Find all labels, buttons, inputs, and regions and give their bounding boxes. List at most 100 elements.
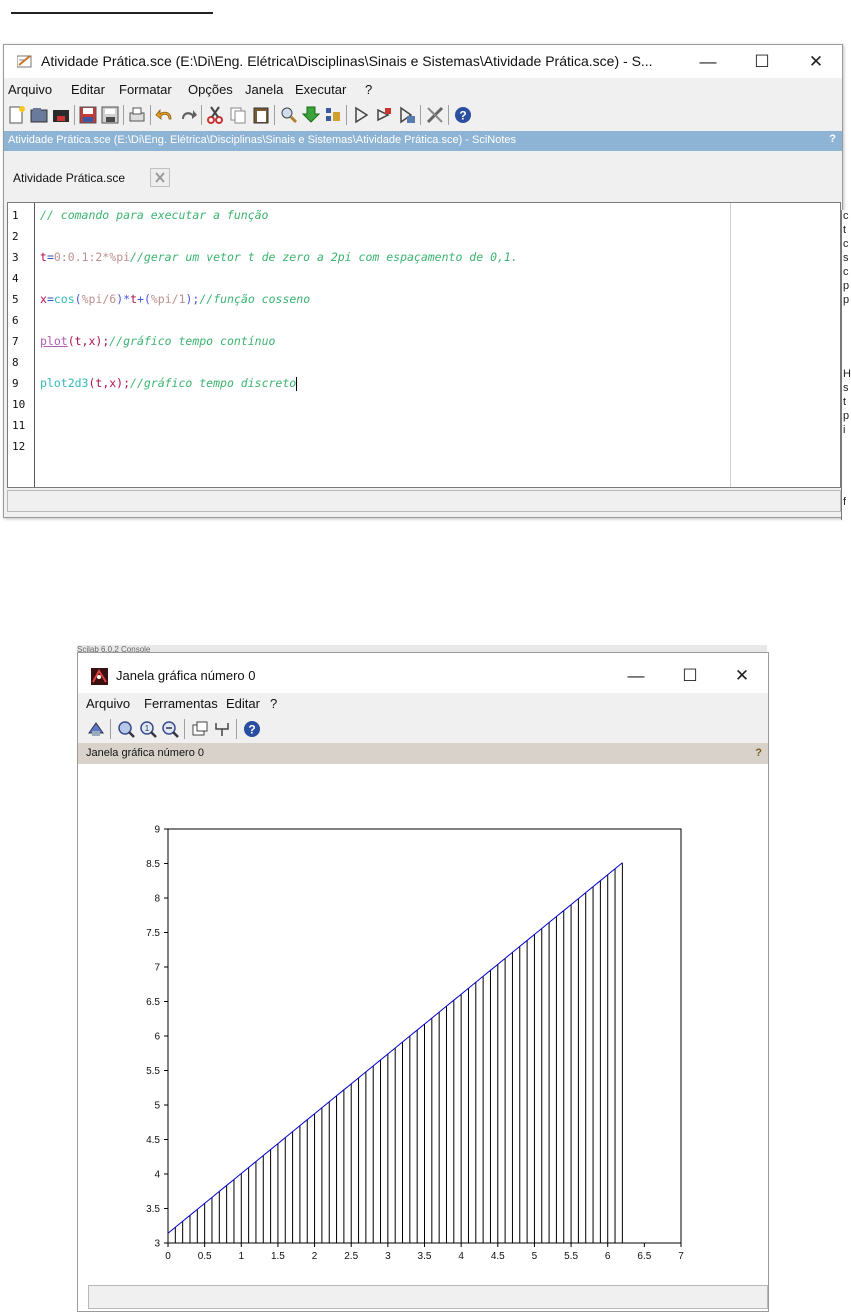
code-line-5: x=cos(%pi/6)*t+(%pi/1);//função cosseno xyxy=(40,292,310,306)
code-punct: )* xyxy=(116,292,131,306)
code-operator: = xyxy=(46,250,54,264)
code-operator: = xyxy=(46,292,54,306)
x-tick-label: 4.5 xyxy=(491,1251,505,1262)
line-number: 11 xyxy=(12,419,26,432)
zoom-reset-icon[interactable]: 1 xyxy=(138,719,158,739)
x-tick-label: 5.5 xyxy=(564,1251,578,1262)
copy-icon[interactable] xyxy=(228,105,248,125)
line-number: 9 xyxy=(12,377,19,390)
menu-ferramentas[interactable]: Ferramentas xyxy=(144,696,218,711)
menu-editar[interactable]: Editar xyxy=(226,696,260,711)
graphics-statusbar xyxy=(88,1285,768,1309)
menu-arquivo[interactable]: Arquivo xyxy=(8,82,52,97)
open-recent-icon[interactable] xyxy=(51,105,71,125)
load-execute-icon[interactable] xyxy=(301,105,321,125)
run-echo-icon[interactable] xyxy=(397,105,417,125)
toolbar-separator xyxy=(110,719,111,739)
graphics-figure-bar: Janela gráfica número 0 ? xyxy=(78,743,768,764)
unzoom-icon[interactable] xyxy=(160,719,180,739)
undo-icon[interactable] xyxy=(155,105,175,125)
code-constant: %pi/6 xyxy=(81,292,117,306)
scinotes-path-bar: Atividade Prática.sce (E:\Di\Eng. Elétri… xyxy=(4,131,842,151)
toolbar-separator xyxy=(184,719,185,739)
graphics-minimize-button[interactable]: — xyxy=(616,663,656,689)
new-file-icon[interactable] xyxy=(7,105,27,125)
scinotes-window: Atividade Prática.sce (E:\Di\Eng. Elétri… xyxy=(3,44,843,518)
menu-executar[interactable]: Executar xyxy=(295,82,346,97)
code-editor[interactable]: 1 2 3 4 5 6 7 8 9 10 11 12 // comando pa… xyxy=(7,202,841,488)
toolbar-separator xyxy=(150,105,151,125)
code-variable: t xyxy=(130,292,138,306)
console-fragment-char: p xyxy=(843,410,850,422)
menu-janela[interactable]: Janela xyxy=(245,82,283,97)
line-number: 5 xyxy=(12,293,19,306)
save-as-icon[interactable] xyxy=(100,105,120,125)
graphics-maximize-button[interactable]: ☐ xyxy=(670,663,710,689)
help-icon[interactable]: ? xyxy=(453,105,473,125)
menu-arquivo[interactable]: Arquivo xyxy=(86,696,130,711)
line-number: 6 xyxy=(12,314,19,327)
menu-formatar[interactable]: Formatar xyxy=(119,82,172,97)
cut-icon[interactable] xyxy=(205,105,225,125)
datatip-icon[interactable] xyxy=(212,719,232,739)
code-constant: %pi xyxy=(109,250,131,264)
execute-file-icon[interactable] xyxy=(323,105,343,125)
scinotes-window-title: Atividade Prática.sce (E:\Di\Eng. Elétri… xyxy=(41,53,653,69)
figure-bar-help-button[interactable]: ? xyxy=(755,747,762,759)
y-tick-label: 5 xyxy=(154,1101,160,1112)
open-file-icon[interactable] xyxy=(29,105,49,125)
code-expression: 0:0.1:2* xyxy=(53,250,110,264)
code-comment: //gerar um vetor t de zero a 2pi com esp… xyxy=(130,250,518,264)
run-icon[interactable] xyxy=(351,105,371,125)
paste-icon[interactable] xyxy=(251,105,271,125)
x-tick-label: 0.5 xyxy=(198,1251,212,1262)
y-tick-label: 4.5 xyxy=(146,1135,160,1146)
code-function: cos xyxy=(53,292,75,306)
toolbar-separator xyxy=(420,105,421,125)
console-fragment-char: c xyxy=(843,266,849,278)
code-function: plot xyxy=(40,334,68,348)
maximize-button[interactable]: ☐ xyxy=(742,49,782,75)
x-tick-label: 5 xyxy=(532,1251,538,1262)
y-tick-label: 9 xyxy=(154,825,160,836)
tab-close-icon[interactable] xyxy=(150,168,170,187)
plot-canvas[interactable]: 0 0.5 1 1.5 2 2.5 3 3.5 4 4.5 5 5.5 6 6.5 7 3 3.5 4 4.5 5 5… xyxy=(78,764,768,1280)
dock-icon[interactable] xyxy=(190,719,210,739)
line-number: 10 xyxy=(12,398,26,411)
minimize-button[interactable]: — xyxy=(688,49,728,75)
line-number: 3 xyxy=(12,251,19,264)
run-selection-icon[interactable] xyxy=(374,105,394,125)
menu-editar[interactable]: Editar xyxy=(71,82,105,97)
path-bar-help-button[interactable]: ? xyxy=(829,133,836,145)
y-tick-label: 3.5 xyxy=(146,1204,160,1215)
rotate-icon[interactable] xyxy=(86,719,106,739)
y-tick-label: 5.5 xyxy=(146,1066,160,1077)
menu-help[interactable]: ? xyxy=(365,82,372,97)
line-number: 7 xyxy=(12,335,19,348)
svg-text:?: ? xyxy=(248,723,255,737)
save-icon[interactable] xyxy=(78,105,98,125)
console-fragment-char: t xyxy=(843,224,847,236)
zoom-icon[interactable] xyxy=(116,719,136,739)
svg-text:?: ? xyxy=(459,109,466,123)
toolbar-separator xyxy=(74,105,75,125)
print-icon[interactable] xyxy=(127,105,147,125)
y-tick-label: 6.5 xyxy=(146,997,160,1008)
redo-icon[interactable] xyxy=(178,105,198,125)
console-fragment-char: i xyxy=(843,424,846,436)
console-fragment-char: t xyxy=(843,396,847,408)
menu-help[interactable]: ? xyxy=(270,696,277,711)
menu-opcoes[interactable]: Opções xyxy=(188,82,233,97)
tab-atividade-pratica[interactable]: Atividade Prática.sce xyxy=(13,171,125,185)
code-line-9: plot2d3(t,x);//gráfico tempo discreto xyxy=(40,376,298,391)
code-line-3: t=0:0.1:2*%pi//gerar um vetor t de zero … xyxy=(40,250,518,264)
find-replace-icon[interactable] xyxy=(279,105,299,125)
line-number: 4 xyxy=(12,272,19,285)
graphics-close-button[interactable]: ✕ xyxy=(722,663,762,689)
tools-icon[interactable] xyxy=(425,105,445,125)
code-arguments: (t,x); xyxy=(88,376,131,390)
x-tick-label: 3.5 xyxy=(418,1251,432,1262)
editor-margin-line xyxy=(730,203,731,487)
help-icon[interactable]: ? xyxy=(242,719,262,739)
close-button[interactable]: ✕ xyxy=(796,49,836,75)
